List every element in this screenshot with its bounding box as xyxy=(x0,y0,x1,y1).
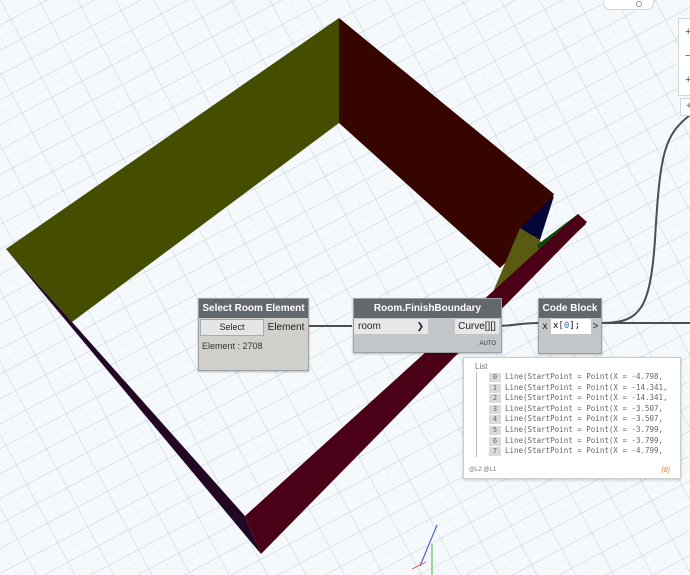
input-port-x[interactable]: x xyxy=(540,319,550,334)
list-item-index: 7 xyxy=(489,447,501,457)
list-item[interactable]: 0 Line(StartPoint = Point(X = -4.798, xyxy=(476,372,680,383)
list-item-text: Line(StartPoint = Point(X = -3.799, xyxy=(505,435,664,445)
zoom-in-button[interactable]: + xyxy=(685,27,690,38)
view-dot-icon xyxy=(636,1,642,7)
node-body: room ❯ Curve[][] AUTO xyxy=(354,318,501,352)
list-item[interactable]: 3 Line(StartPoint = Point(X = -3.507, xyxy=(476,403,680,415)
node-body: x x[0]; > xyxy=(539,318,601,353)
preview-levels[interactable]: @L2 @L1 xyxy=(469,467,496,473)
node-body: Select Element Element : 2708 xyxy=(199,318,308,370)
node-title: Room.FinishBoundary xyxy=(354,299,501,318)
zoom-to-fit-button[interactable]: + xyxy=(680,98,690,116)
list-item-text: Line(StartPoint = Point(X = -3.507, xyxy=(505,414,664,424)
list-item-index: 5 xyxy=(489,425,501,435)
element-status: Element : 2708 xyxy=(202,341,263,351)
zoom-fit-button[interactable]: + xyxy=(685,75,690,86)
select-room-element-node[interactable]: Select Room Element Select Element Eleme… xyxy=(198,298,309,371)
list-item-text: Line(StartPoint = Point(X = -14.341, xyxy=(505,393,668,403)
code-editor[interactable]: x[0]; xyxy=(551,319,591,334)
list-item[interactable]: 2 Line(StartPoint = Point(X = -14.341, xyxy=(476,393,680,404)
lacing-label: AUTO xyxy=(479,341,496,347)
list-item[interactable]: 1 Line(StartPoint = Point(X = -14.341, xyxy=(476,382,680,394)
list-item-index: 0 xyxy=(489,373,501,382)
output-port-curve[interactable]: Curve[][] xyxy=(455,319,499,334)
list-item[interactable]: 6 Line(StartPoint = Point(X = -3.799, xyxy=(476,435,680,447)
list-item[interactable]: 4 Line(StartPoint = Point(X = -3.507, xyxy=(476,414,680,425)
node-title: Code Block xyxy=(539,299,601,318)
list-item-text: Line(StartPoint = Point(X = -4.799, xyxy=(505,446,664,456)
list-item-index: 4 xyxy=(489,415,501,425)
3d-viewport[interactable] xyxy=(0,0,690,575)
chevron-right-icon: ❯ xyxy=(416,321,424,331)
output-port-result[interactable]: > xyxy=(591,319,600,334)
zoom-out-button[interactable]: − xyxy=(685,51,690,62)
node-title: Select Room Element xyxy=(199,299,308,318)
list-item-index: 3 xyxy=(489,404,501,414)
canvas-view-toggle-panel[interactable] xyxy=(603,0,654,10)
preview-count: {8} xyxy=(661,467,670,474)
room-finishboundary-node[interactable]: Room.FinishBoundary room ❯ Curve[][] AUT… xyxy=(353,298,502,353)
zoom-controls: + − + xyxy=(678,18,690,96)
list-item-text: Line(StartPoint = Point(X = -3.507, xyxy=(505,403,664,413)
code-block-node[interactable]: Code Block x x[0]; > xyxy=(538,298,602,354)
list-item[interactable]: 5 Line(StartPoint = Point(X = -3.799, xyxy=(476,424,680,436)
select-button[interactable]: Select xyxy=(200,319,264,336)
preview-list: 0 Line(StartPoint = Point(X = -4.798, 1 Lin… xyxy=(476,372,680,457)
list-item-text: Line(StartPoint = Point(X = -14.341, xyxy=(505,382,668,392)
node-preview-bubble[interactable]: List 0 Line(StartPoint = Point(X = -4.798… xyxy=(463,357,681,479)
list-item-text: Line(StartPoint = Point(X = -3.799, xyxy=(505,424,664,434)
list-item[interactable]: 7 Line(StartPoint = Point(X = -4.799, xyxy=(476,446,680,457)
input-port-room[interactable]: room ❯ xyxy=(354,319,428,334)
input-port-label: room xyxy=(358,321,381,332)
list-item-index: 1 xyxy=(489,383,501,393)
list-item-index: 2 xyxy=(489,394,501,404)
preview-list-label: List xyxy=(475,362,488,371)
output-port-element[interactable]: Element xyxy=(265,320,307,335)
list-item-text: Line(StartPoint = Point(X = -4.798, xyxy=(505,372,664,381)
list-item-index: 6 xyxy=(489,436,501,446)
code-semicolon: ; xyxy=(574,321,581,331)
